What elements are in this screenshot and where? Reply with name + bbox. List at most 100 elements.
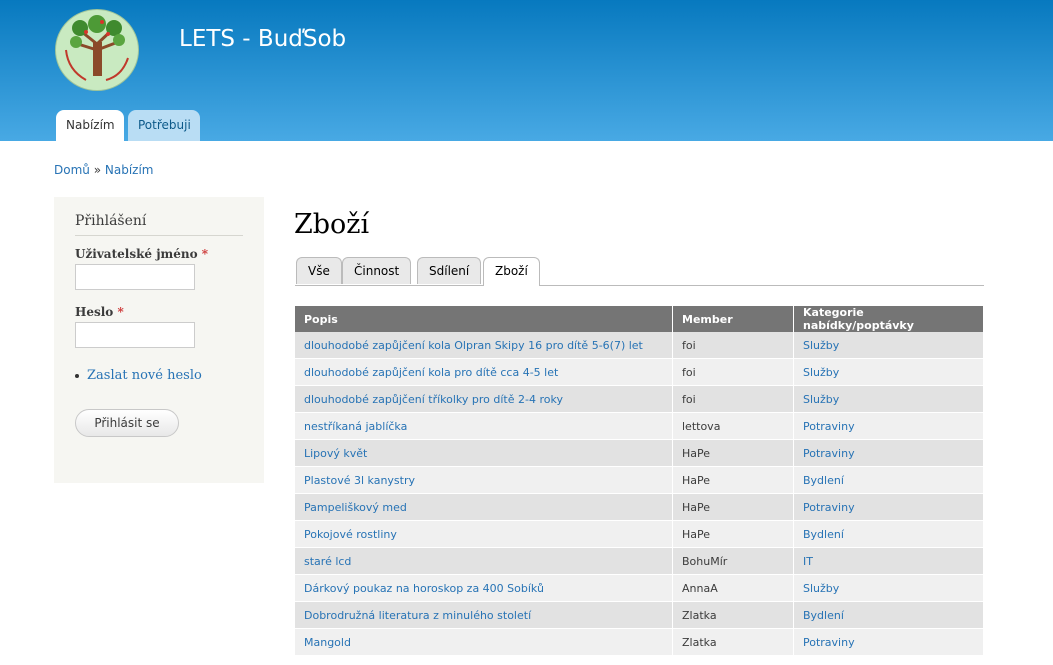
cell-member: AnnaA <box>672 574 794 602</box>
category-link[interactable]: Služby <box>803 582 839 595</box>
item-link[interactable]: Dobrodružná literatura z minulého stolet… <box>304 609 531 622</box>
table-row: Pampeliškový med HaPe Potraviny <box>295 493 984 521</box>
tree-logo-icon <box>65 15 129 81</box>
login-block: Přihlášení Uživatelské jméno * Heslo * Z… <box>54 197 264 483</box>
item-link[interactable]: dlouhodobé zapůjčení kola Olpran Skipy 1… <box>304 339 643 352</box>
cell-member: foi <box>672 385 794 413</box>
cell-member: HaPe <box>672 520 794 548</box>
page-title: Zboží <box>294 209 370 240</box>
tab-cinnost[interactable]: Činnost <box>342 257 412 284</box>
sub-tabs: Vše Činnost Sdílení Zboží <box>295 257 984 286</box>
item-link[interactable]: dlouhodobé zapůjčení tříkolky pro dítě 2… <box>304 393 563 406</box>
column-header-member[interactable]: Member <box>672 306 794 332</box>
item-link[interactable]: Lipový květ <box>304 447 367 460</box>
site-header: LETS - BuďSob Nabízím Potřebuji <box>0 0 1053 141</box>
category-link[interactable]: Bydlení <box>803 474 844 487</box>
offers-table: Popis Member Kategorie nabídky/poptávky … <box>295 306 984 656</box>
table-row: Plastové 3l kanystry HaPe Bydlení <box>295 466 984 494</box>
cell-popis: Dobrodružná literatura z minulého stolet… <box>295 601 673 629</box>
cell-popis: Mangold <box>295 628 673 656</box>
table-header-row: Popis Member Kategorie nabídky/poptávky <box>295 306 984 332</box>
login-block-title: Přihlášení <box>75 213 243 236</box>
category-link[interactable]: Potraviny <box>803 501 855 514</box>
password-input[interactable] <box>75 322 195 348</box>
tab-sdileni[interactable]: Sdílení <box>417 257 482 284</box>
cell-kategorie: IT <box>793 547 984 575</box>
item-link[interactable]: dlouhodobé zapůjčení kola pro dítě cca 4… <box>304 366 558 379</box>
tab-zbozi[interactable]: Zboží <box>483 257 540 286</box>
table-row: Pokojové rostliny HaPe Bydlení <box>295 520 984 548</box>
cell-member: BohuMír <box>672 547 794 575</box>
cell-kategorie: Potraviny <box>793 493 984 521</box>
cell-kategorie: Služby <box>793 358 984 386</box>
tab-vse[interactable]: Vše <box>296 257 342 284</box>
cell-kategorie: Bydlení <box>793 601 984 629</box>
cell-popis: dlouhodobé zapůjčení tříkolky pro dítě 2… <box>295 385 673 413</box>
cell-kategorie: Bydlení <box>793 520 984 548</box>
cell-member: Zlatka <box>672 601 794 629</box>
cell-popis: Pokojové rostliny <box>295 520 673 548</box>
cell-member: HaPe <box>672 439 794 467</box>
tab-nabizim[interactable]: Nabízím <box>56 110 124 141</box>
table-row: nestříkaná jablíčka lettova Potraviny <box>295 412 984 440</box>
breadcrumb-home-link[interactable]: Domů <box>54 163 90 177</box>
cell-popis: Pampeliškový med <box>295 493 673 521</box>
item-link[interactable]: Plastové 3l kanystry <box>304 474 415 487</box>
table-row: dlouhodobé zapůjčení kola pro dítě cca 4… <box>295 358 984 386</box>
column-header-kategorie[interactable]: Kategorie nabídky/poptávky <box>793 306 984 332</box>
tab-potrebuji[interactable]: Potřebuji <box>128 110 200 141</box>
forgot-password-link[interactable]: Zaslat nové heslo <box>87 368 202 383</box>
item-link[interactable]: Mangold <box>304 636 351 649</box>
cell-member: foi <box>672 332 794 359</box>
category-link[interactable]: Potraviny <box>803 420 855 433</box>
category-link[interactable]: Bydlení <box>803 609 844 622</box>
cell-kategorie: Služby <box>793 332 984 359</box>
cell-popis: Dárkový poukaz na horoskop za 400 Sobíků <box>295 574 673 602</box>
item-link[interactable]: Pokojové rostliny <box>304 528 397 541</box>
breadcrumb: Domů » Nabízím <box>54 163 154 177</box>
cell-popis: Plastové 3l kanystry <box>295 466 673 494</box>
login-button[interactable]: Přihlásit se <box>75 409 179 437</box>
cell-kategorie: Služby <box>793 574 984 602</box>
category-link[interactable]: Služby <box>803 393 839 406</box>
category-link[interactable]: Potraviny <box>803 447 855 460</box>
breadcrumb-separator: » <box>93 163 102 177</box>
cell-member: foi <box>672 358 794 386</box>
table-row: dlouhodobé zapůjčení kola Olpran Skipy 1… <box>295 332 984 359</box>
cell-kategorie: Bydlení <box>793 466 984 494</box>
breadcrumb-current-link[interactable]: Nabízím <box>105 163 154 177</box>
table-row: staré lcd BohuMír IT <box>295 547 984 575</box>
category-link[interactable]: Služby <box>803 366 839 379</box>
cell-member: HaPe <box>672 493 794 521</box>
table-body: dlouhodobé zapůjčení kola Olpran Skipy 1… <box>295 332 984 656</box>
item-link[interactable]: nestříkaná jablíčka <box>304 420 407 433</box>
category-link[interactable]: Služby <box>803 339 839 352</box>
cell-popis: Lipový květ <box>295 439 673 467</box>
table-row: dlouhodobé zapůjčení tříkolky pro dítě 2… <box>295 385 984 413</box>
cell-popis: nestříkaná jablíčka <box>295 412 673 440</box>
cell-popis: dlouhodobé zapůjčení kola pro dítě cca 4… <box>295 358 673 386</box>
cell-member: lettova <box>672 412 794 440</box>
site-logo[interactable] <box>55 9 139 91</box>
cell-kategorie: Služby <box>793 385 984 413</box>
table-row: Dárkový poukaz na horoskop za 400 Sobíků… <box>295 574 984 602</box>
username-label: Uživatelské jméno * <box>75 247 209 261</box>
forgot-password-item: Zaslat nové heslo <box>75 368 243 383</box>
table-row: Mangold Zlatka Potraviny <box>295 628 984 656</box>
cell-member: Zlatka <box>672 628 794 656</box>
column-header-popis[interactable]: Popis <box>295 306 673 332</box>
item-link[interactable]: Dárkový poukaz na horoskop za 400 Sobíků <box>304 582 544 595</box>
required-mark: * <box>201 247 209 261</box>
item-link[interactable]: staré lcd <box>304 555 351 568</box>
cell-kategorie: Potraviny <box>793 439 984 467</box>
item-link[interactable]: Pampeliškový med <box>304 501 407 514</box>
site-name[interactable]: LETS - BuďSob <box>179 26 346 52</box>
required-mark: * <box>117 305 124 319</box>
username-input[interactable] <box>75 264 195 290</box>
category-link[interactable]: Bydlení <box>803 528 844 541</box>
category-link[interactable]: IT <box>803 555 813 568</box>
category-link[interactable]: Potraviny <box>803 636 855 649</box>
table-row: Lipový květ HaPe Potraviny <box>295 439 984 467</box>
password-label: Heslo * <box>75 305 124 319</box>
cell-kategorie: Potraviny <box>793 412 984 440</box>
